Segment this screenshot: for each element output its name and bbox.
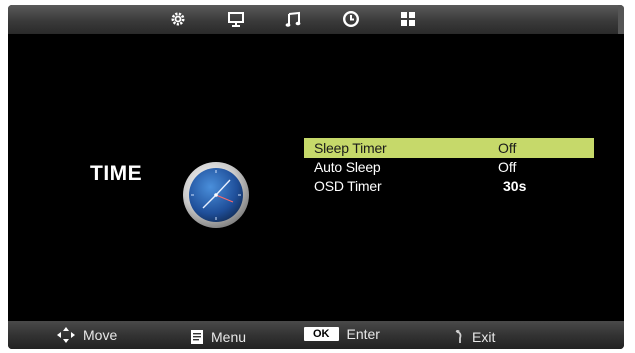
menu-doc-icon	[191, 330, 203, 344]
navigation-hint-bar: Move Menu OK Enter Exit	[8, 321, 624, 349]
tv-osd-screen: TIME Sleep Timer Off Auto Sleep Off OSD …	[8, 5, 624, 349]
hint-move: Move	[57, 327, 117, 343]
hint-menu: Menu	[191, 329, 246, 345]
clock-icon	[342, 10, 360, 28]
hint-enter: OK Enter	[304, 326, 380, 342]
tab-screen[interactable]	[224, 8, 248, 30]
grid-icon	[401, 12, 415, 26]
ok-key-badge: OK	[304, 327, 339, 341]
menu-item-value: Off	[498, 140, 517, 156]
menu-item-sleep-timer[interactable]: Sleep Timer Off	[304, 138, 594, 158]
monitor-icon	[228, 12, 244, 27]
tab-sound[interactable]	[281, 8, 305, 30]
music-note-icon	[285, 11, 301, 27]
tab-setup[interactable]	[396, 8, 420, 30]
exit-return-icon	[454, 330, 464, 344]
clock-icon	[183, 162, 249, 228]
menu-item-value: Off	[498, 159, 517, 175]
picture-gear-icon	[171, 12, 185, 26]
tab-time[interactable]	[339, 8, 363, 30]
menu-item-label: OSD Timer	[314, 178, 382, 194]
menu-item-auto-sleep[interactable]: Auto Sleep Off	[304, 157, 594, 177]
hint-enter-label: Enter	[346, 326, 380, 342]
section-title: TIME	[90, 162, 143, 185]
dpad-arrows-icon	[57, 327, 75, 343]
menu-item-label: Auto Sleep	[314, 159, 381, 175]
category-tab-bar	[8, 5, 624, 34]
hint-exit-label: Exit	[472, 329, 496, 345]
hint-move-label: Move	[83, 327, 118, 343]
menu-item-osd-timer[interactable]: OSD Timer 30s	[304, 176, 594, 196]
tab-picture[interactable]	[166, 8, 190, 30]
topbar-edge	[618, 5, 624, 34]
hint-menu-label: Menu	[211, 329, 247, 345]
menu-item-value: 30s	[503, 178, 527, 194]
menu-item-label: Sleep Timer	[314, 140, 387, 156]
time-settings-panel: TIME Sleep Timer Off Auto Sleep Off OSD …	[8, 34, 624, 321]
hint-exit: Exit	[454, 329, 495, 345]
